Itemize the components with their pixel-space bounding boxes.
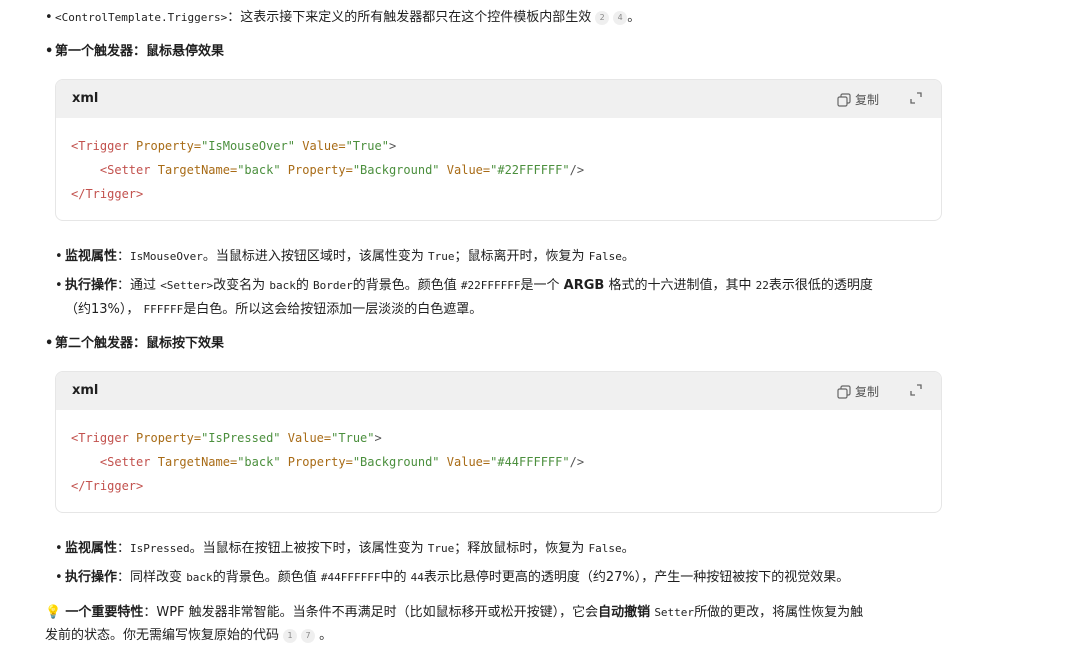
trigger2-heading: • 第二个触发器：鼠标按下效果 <box>45 336 225 351</box>
citation-badge[interactable]: 7 <box>301 629 316 643</box>
trigger1-monitor: • 监视属性：IsMouseOver。当鼠标进入按钮区域时，该属性变为 True；… <box>55 249 635 264</box>
code-language-label: xml <box>72 91 99 106</box>
lightbulb-icon: 💡 <box>45 605 62 620</box>
code-block-2: xml 复制 <Trigger Property="IsPressed" Val… <box>55 371 942 513</box>
note-line-2: 发前的状态。你无需编写恢复原始的代码 1 7 。 <box>45 628 333 643</box>
trigger1-action: • 执行操作：通过 <Setter>改变名为 back的 Border的背景色。颜… <box>55 278 873 293</box>
code-body: <Trigger Property="IsPressed" Value="Tru… <box>71 431 585 493</box>
trigger1-heading: • 第一个触发器：鼠标悬停效果 <box>45 44 225 59</box>
citation-badge[interactable]: 1 <box>283 629 298 643</box>
code-block-1: xml 复制 <Trigger Property="IsMouseOver" V… <box>55 79 942 221</box>
copy-icon <box>837 384 851 399</box>
copy-button[interactable]: 复制 <box>837 383 879 400</box>
trigger2-monitor: • 监视属性：IsPressed。当鼠标在按钮上被按下时，该属性变为 True；释… <box>55 541 635 556</box>
trigger2-action: • 执行操作：同样改变 back的背景色。颜色值 #44FFFFFF中的 44表示… <box>55 570 850 585</box>
expand-icon[interactable] <box>909 91 923 105</box>
citation-badge[interactable]: 4 <box>613 11 628 25</box>
code-block-header: xml 复制 <box>56 372 941 410</box>
inline-code: <ControlTemplate.Triggers> <box>55 11 228 24</box>
expand-icon[interactable] <box>909 383 923 397</box>
copy-button[interactable]: 复制 <box>837 91 879 108</box>
note-line-1: 💡 一个重要特性：WPF 触发器非常智能。当条件不再满足时（比如鼠标移开或松开按… <box>45 605 864 620</box>
code-body: <Trigger Property="IsMouseOver" Value="T… <box>71 139 585 201</box>
copy-icon <box>837 92 851 107</box>
code-language-label: xml <box>72 383 99 398</box>
citation-badge[interactable]: 2 <box>595 11 610 25</box>
code-block-header: xml 复制 <box>56 80 941 118</box>
intro-line: • <ControlTemplate.Triggers>：这表示接下来定义的所有触… <box>45 10 641 25</box>
trigger1-action-cont: （约13%）， FFFFFF是白色。所以这会给按钮添加一层淡淡的白色遮罩。 <box>65 302 483 317</box>
